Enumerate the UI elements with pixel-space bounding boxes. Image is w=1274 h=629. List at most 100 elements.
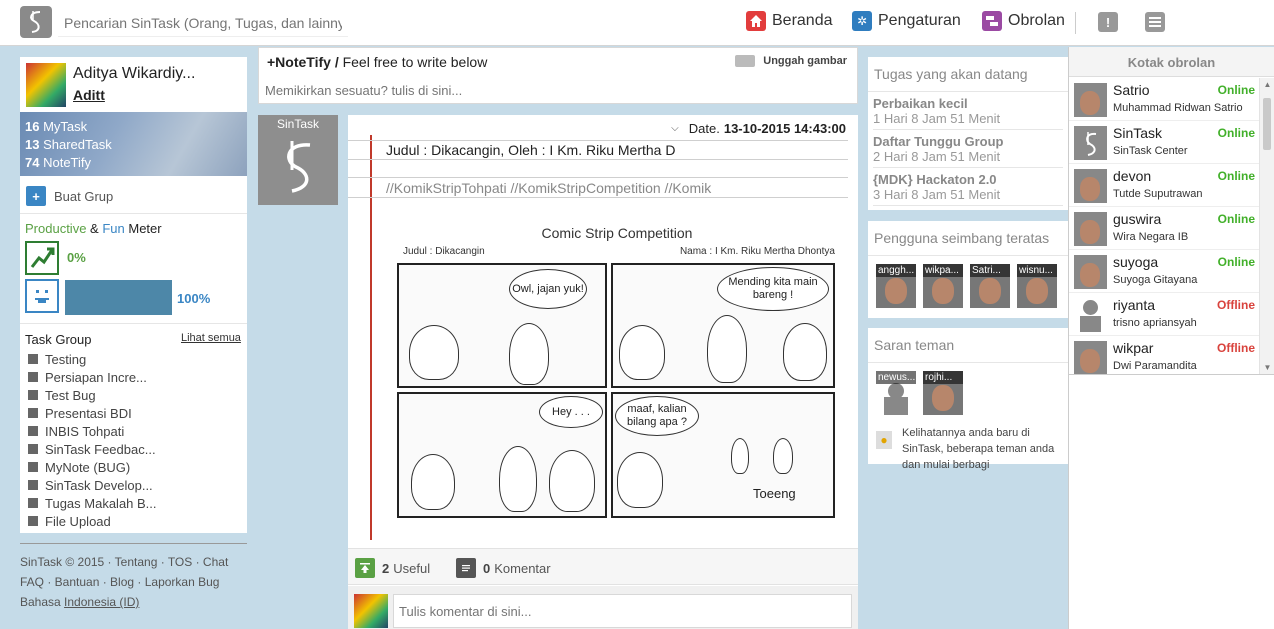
chat-contact[interactable]: guswira Wira Negara IB Online — [1069, 207, 1259, 250]
upcoming-task-item[interactable]: Perbaikan kecil 1 Hari 8 Jam 51 Menit — [868, 92, 1068, 130]
nav-pengaturan[interactable]: ✲ Pengaturan — [852, 11, 961, 31]
stat-notetify[interactable]: 74 NoteTify — [25, 154, 242, 172]
chevron-down-icon[interactable]: ⌵ — [671, 123, 679, 134]
chat-scrollbar-thumb[interactable] — [1263, 98, 1271, 150]
task-group-item[interactable]: Tugas Makalah B... — [28, 494, 157, 512]
boy-character — [549, 450, 595, 512]
task-group-item[interactable]: INBIS Tohpati — [28, 422, 157, 440]
comic-nama: Nama : I Km. Riku Mertha Dhontya — [679, 246, 835, 257]
suggested-friend-avatar[interactable]: rojhi... — [923, 371, 963, 415]
chat-contact[interactable]: devon Tutde Suputrawan Online — [1069, 164, 1259, 207]
scroll-down-icon[interactable]: ▼ — [1260, 363, 1274, 372]
post-tags[interactable]: //KomikStripTohpati //KomikStripCompetit… — [386, 180, 711, 196]
balanced-user-avatar[interactable]: wikpa... — [923, 264, 963, 308]
create-group-label: Buat Grup — [54, 188, 114, 204]
create-group-button[interactable]: + Buat Grup — [26, 186, 113, 206]
folder-icon — [28, 426, 38, 436]
task-group-item[interactable]: Test Bug — [28, 386, 157, 404]
plus-icon: + — [26, 186, 46, 206]
task-group-item[interactable]: Presentasi BDI — [28, 404, 157, 422]
stat-mytask[interactable]: 16 MyTask — [25, 118, 242, 136]
chat-contact-list: Satrio Muhammad Ridwan Satrio Online SinTas… — [1069, 78, 1259, 374]
alert-button[interactable]: ! — [1098, 12, 1118, 32]
header-divider — [1075, 12, 1076, 34]
folder-icon — [28, 372, 38, 382]
footer-line-2[interactable]: FAQ · Bantuan · Blog · Laporkan Bug — [20, 572, 247, 592]
balanced-user-name: wikpa... — [923, 264, 963, 277]
folder-icon — [28, 354, 38, 364]
comic-image[interactable]: Comic Strip Competition Judul : Dikacang… — [393, 221, 841, 521]
suggested-friend-avatar[interactable]: newus... — [876, 371, 916, 415]
user-photo — [885, 278, 907, 304]
chat-scrollbar[interactable]: ▲ ▼ — [1259, 78, 1274, 374]
task-group-item[interactable]: Testing — [28, 350, 157, 368]
comment-button[interactable]: 0 Komentar — [456, 558, 551, 578]
post-author-avatar[interactable]: SinTask — [258, 115, 338, 205]
menu-button[interactable] — [1145, 12, 1165, 32]
upvote-icon — [355, 558, 375, 578]
balanced-users-title: Pengguna seimbang teratas — [868, 221, 1068, 256]
nav-pengaturan-label: Pengaturan — [878, 12, 961, 29]
margin-line — [370, 135, 372, 540]
notetify-composer: +NoteTify / Feel free to write below Ung… — [258, 47, 858, 104]
contact-name: riyanta — [1113, 297, 1156, 313]
chat-contact[interactable]: Satrio Muhammad Ridwan Satrio Online — [1069, 78, 1259, 121]
folder-icon — [28, 480, 38, 490]
profile-avatar[interactable] — [26, 63, 66, 107]
useful-button[interactable]: 2 Useful — [355, 558, 430, 578]
task-group-item[interactable]: Persiapan Incre... — [28, 368, 157, 386]
footer-line-1[interactable]: SinTask © 2015 · Tentang · TOS · Chat — [20, 552, 247, 572]
contact-status: Online — [1217, 212, 1255, 226]
upcoming-task-due: 2 Hari 8 Jam 51 Menit — [873, 149, 1063, 168]
contact-fullname: trisno apriansyah — [1113, 317, 1197, 329]
user-photo — [932, 278, 954, 304]
upcoming-task-item[interactable]: Daftar Tunggu Group 2 Hari 8 Jam 51 Menit — [868, 130, 1068, 168]
task-group-item[interactable]: SinTask Develop... — [28, 476, 157, 494]
default-avatar-icon — [1074, 298, 1107, 332]
contact-status: Online — [1217, 255, 1255, 269]
nav-beranda-label: Beranda — [772, 12, 833, 29]
nav-beranda[interactable]: Beranda — [746, 11, 833, 31]
contact-name: guswira — [1113, 211, 1162, 227]
chat-box: Kotak obrolan Satrio Muhammad Ridwan Satr… — [1068, 47, 1274, 629]
search-input[interactable] — [58, 9, 348, 37]
sintask-logo[interactable] — [20, 6, 52, 38]
chat-contact[interactable]: wikpar Dwi Paramandita Offline — [1069, 336, 1259, 374]
balanced-users-list: anggh... wikpa... Satri... wisnu... — [868, 256, 1068, 316]
contact-avatar — [1074, 255, 1107, 289]
language-selector[interactable]: Bahasa Indonesia (ID) — [20, 592, 247, 612]
sintask-logo-icon — [287, 141, 311, 193]
menu-icon — [1149, 17, 1161, 27]
upcoming-task-item[interactable]: {MDK} Hackaton 2.0 3 Hari 8 Jam 51 Menit — [868, 168, 1068, 206]
balanced-user-avatar[interactable]: wisnu... — [1017, 264, 1057, 308]
task-group-item[interactable]: SinTask Feedbac... — [28, 440, 157, 458]
folder-icon — [28, 516, 38, 526]
comic-panel-3: Hey . . . — [397, 392, 607, 518]
stat-sharedtask[interactable]: 13 SharedTask — [25, 136, 242, 154]
task-group-label: SinTask Feedbac... — [45, 441, 156, 457]
alert-icon: ! — [1105, 14, 1111, 30]
folder-icon — [28, 462, 38, 472]
profile-name[interactable]: Aditya Wikardiy... — [73, 65, 195, 83]
commenter-avatar — [354, 594, 388, 628]
chat-contact[interactable]: riyanta trisno apriansyah Offline — [1069, 293, 1259, 336]
owl-character — [617, 452, 663, 508]
profile-card: Aditya Wikardiy... Aditt 16 MyTask 13 Sh… — [20, 57, 247, 533]
task-group-item[interactable]: MyNote (BUG) — [28, 458, 157, 476]
suggestion-tip: ● Kelihatannya anda baru di SinTask, beb… — [868, 423, 1068, 481]
nav-obrolan[interactable]: Obrolan — [982, 11, 1065, 31]
lightbulb-icon: ● — [876, 431, 892, 449]
productive-percentage: 0% — [67, 250, 86, 265]
chat-contact[interactable]: SinTask SinTask Center Online — [1069, 121, 1259, 164]
balanced-user-avatar[interactable]: Satri... — [970, 264, 1010, 308]
see-all-link[interactable]: Lihat semua — [181, 332, 241, 344]
chat-contact[interactable]: suyoga Suyoga Gitayana Online — [1069, 250, 1259, 293]
scroll-up-icon[interactable]: ▲ — [1260, 80, 1274, 89]
balanced-user-avatar[interactable]: anggh... — [876, 264, 916, 308]
upload-image-button[interactable]: Unggah gambar — [735, 55, 847, 67]
notetify-input[interactable] — [265, 80, 850, 100]
task-group-item[interactable]: File Upload — [28, 512, 157, 530]
folder-icon — [28, 444, 38, 454]
comment-input[interactable] — [393, 594, 852, 628]
profile-username[interactable]: Aditt — [73, 87, 105, 103]
